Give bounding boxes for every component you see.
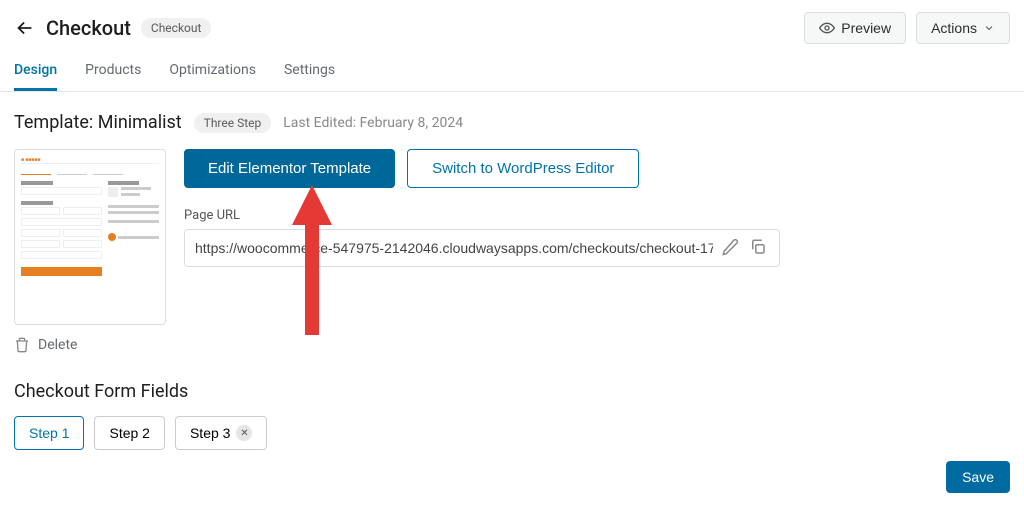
checkout-chip: Checkout	[141, 18, 212, 38]
copy-url-icon[interactable]	[749, 238, 769, 258]
delete-label: Delete	[38, 337, 77, 353]
back-arrow-icon[interactable]	[14, 17, 36, 39]
trash-icon	[14, 337, 30, 353]
tab-products[interactable]: Products	[85, 52, 141, 91]
preview-label: Preview	[841, 20, 891, 36]
page-url-label: Page URL	[184, 208, 1010, 223]
actions-label: Actions	[931, 20, 977, 36]
step-3-label: Step 3	[190, 425, 230, 441]
switch-wordpress-button[interactable]: Switch to WordPress Editor	[407, 149, 639, 188]
tab-design[interactable]: Design	[14, 52, 57, 91]
tab-settings[interactable]: Settings	[284, 52, 335, 91]
step-2-button[interactable]: Step 2	[94, 416, 164, 450]
close-icon[interactable]: ✕	[236, 425, 252, 441]
save-button[interactable]: Save	[946, 461, 1010, 493]
tab-optimizations[interactable]: Optimizations	[169, 52, 256, 91]
step-1-button[interactable]: Step 1	[14, 416, 84, 450]
actions-button[interactable]: Actions	[916, 12, 1010, 44]
preview-button[interactable]: Preview	[804, 12, 906, 44]
delete-button[interactable]: Delete	[14, 337, 166, 353]
template-title: Template: Minimalist	[14, 112, 182, 133]
page-title: Checkout	[46, 16, 131, 40]
edit-url-icon[interactable]	[721, 238, 741, 258]
edit-elementor-button[interactable]: Edit Elementor Template	[184, 149, 395, 188]
page-url-input[interactable]	[195, 240, 713, 256]
chevron-down-icon	[983, 22, 995, 34]
three-step-chip: Three Step	[194, 113, 272, 133]
eye-icon	[819, 20, 835, 36]
step-3-button[interactable]: Step 3 ✕	[175, 416, 267, 450]
template-thumbnail[interactable]: ■ ■■■■■	[14, 149, 166, 325]
last-edited: Last Edited: February 8, 2024	[283, 115, 463, 131]
form-fields-title: Checkout Form Fields	[14, 381, 1010, 402]
